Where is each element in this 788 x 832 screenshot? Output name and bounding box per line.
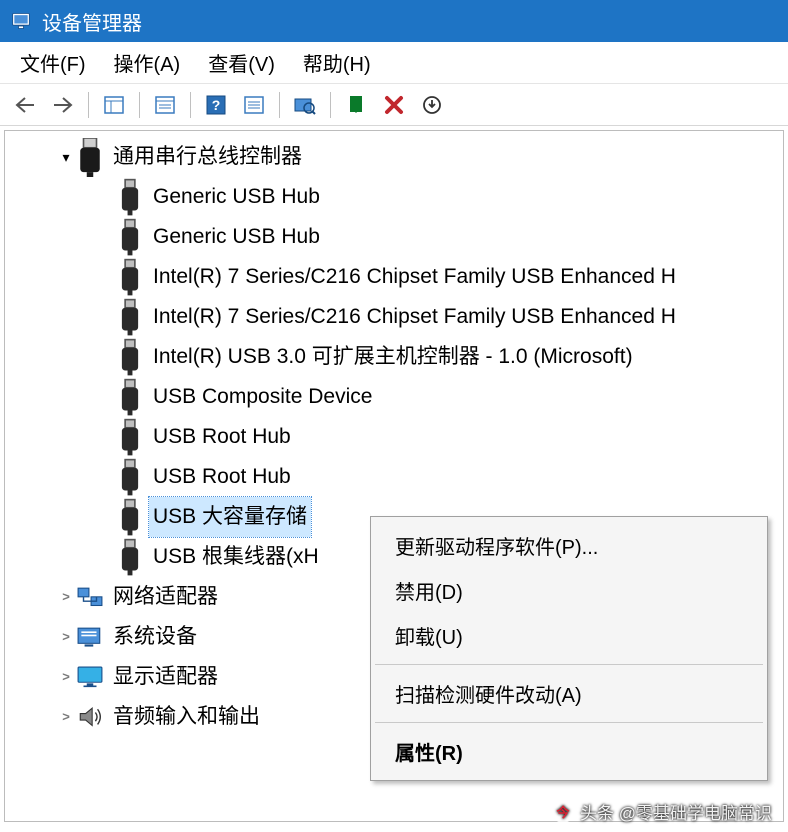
show-hide-tree-button[interactable] — [97, 89, 131, 121]
watermark-text: 头条 @零基础学电脑常识 — [580, 799, 772, 824]
properties-button[interactable] — [148, 89, 182, 121]
tree-item-usb-4[interactable]: Intel(R) USB 3.0 可扩展主机控制器 - 1.0 (Microso… — [5, 337, 783, 377]
menu-action[interactable]: 操作(A) — [100, 42, 195, 83]
update-driver-button[interactable] — [415, 89, 449, 121]
node-label: Intel(R) 7 Series/C216 Chipset Family US… — [149, 257, 680, 297]
node-label: USB Root Hub — [149, 457, 295, 497]
node-label: 网络适配器 — [109, 577, 222, 617]
node-icon — [117, 344, 143, 370]
node-label: 显示适配器 — [109, 657, 222, 697]
titlebar: 设备管理器 — [0, 0, 788, 42]
watermark: 今 头条 @零基础学电脑常识 — [552, 799, 772, 824]
chevron-collapsed-icon[interactable] — [55, 586, 77, 608]
node-label: 音频输入和输出 — [109, 697, 264, 737]
node-label: Intel(R) 7 Series/C216 Chipset Family US… — [149, 297, 680, 337]
menu-file[interactable]: 文件(F) — [6, 42, 100, 83]
node-label: Intel(R) USB 3.0 可扩展主机控制器 - 1.0 (Microso… — [149, 337, 637, 377]
node-icon — [77, 584, 103, 610]
chevron-collapsed-icon[interactable] — [55, 666, 77, 688]
node-label: USB 大容量存储 — [149, 497, 311, 537]
tree-item-usb-1[interactable]: Generic USB Hub — [5, 217, 783, 257]
uninstall-button[interactable] — [377, 89, 411, 121]
node-icon — [117, 384, 143, 410]
node-label: Generic USB Hub — [149, 217, 324, 257]
ctx-separator — [375, 722, 763, 723]
node-label: USB 根集线器(xH — [149, 537, 323, 577]
list-button[interactable] — [237, 89, 271, 121]
chevron-collapsed-icon[interactable] — [55, 706, 77, 728]
node-icon — [117, 264, 143, 290]
toolbar-separator — [190, 92, 191, 118]
scan-hardware-button[interactable] — [288, 89, 322, 121]
help-button[interactable]: ? — [199, 89, 233, 121]
device-manager-icon — [10, 10, 32, 32]
tree-item-usb-6[interactable]: USB Root Hub — [5, 417, 783, 457]
ctx-separator — [375, 664, 763, 665]
window-title: 设备管理器 — [42, 7, 142, 36]
tree-cat-usb[interactable]: 通用串行总线控制器 — [5, 137, 783, 177]
chevron-expanded-icon[interactable] — [55, 146, 77, 168]
ctx-properties[interactable]: 属性(R) — [373, 729, 765, 774]
node-icon — [117, 504, 143, 530]
menubar: 文件(F) 操作(A) 查看(V) 帮助(H) — [0, 42, 788, 84]
toolbar-separator — [279, 92, 280, 118]
enable-button[interactable] — [339, 89, 373, 121]
svg-text:?: ? — [212, 97, 221, 113]
tree-item-usb-7[interactable]: USB Root Hub — [5, 457, 783, 497]
menu-help[interactable]: 帮助(H) — [289, 42, 385, 83]
context-menu: 更新驱动程序软件(P)... 禁用(D) 卸载(U) 扫描检测硬件改动(A) 属… — [370, 516, 768, 781]
node-label: 系统设备 — [109, 617, 201, 657]
tree-item-usb-0[interactable]: Generic USB Hub — [5, 177, 783, 217]
toolbar-separator — [88, 92, 89, 118]
node-label: 通用串行总线控制器 — [109, 137, 306, 177]
node-icon — [77, 144, 103, 170]
node-icon — [77, 624, 103, 650]
chevron-collapsed-icon[interactable] — [55, 626, 77, 648]
tree-item-usb-3[interactable]: Intel(R) 7 Series/C216 Chipset Family US… — [5, 297, 783, 337]
ctx-update-driver[interactable]: 更新驱动程序软件(P)... — [373, 523, 765, 568]
ctx-scan-hardware[interactable]: 扫描检测硬件改动(A) — [373, 671, 765, 716]
back-button[interactable] — [8, 89, 42, 121]
menu-view[interactable]: 查看(V) — [194, 42, 289, 83]
node-icon — [117, 184, 143, 210]
node-icon — [117, 544, 143, 570]
tree-item-usb-5[interactable]: USB Composite Device — [5, 377, 783, 417]
node-label: Generic USB Hub — [149, 177, 324, 217]
node-icon — [77, 704, 103, 730]
toolbar-separator — [330, 92, 331, 118]
toolbar: ? — [0, 84, 788, 126]
node-icon — [117, 224, 143, 250]
tree-item-usb-2[interactable]: Intel(R) 7 Series/C216 Chipset Family US… — [5, 257, 783, 297]
toolbar-separator — [139, 92, 140, 118]
forward-button[interactable] — [46, 89, 80, 121]
ctx-uninstall[interactable]: 卸载(U) — [373, 613, 765, 658]
node-label: USB Composite Device — [149, 377, 376, 417]
node-icon — [117, 304, 143, 330]
watermark-icon: 今 — [552, 801, 574, 823]
node-icon — [77, 664, 103, 690]
ctx-disable[interactable]: 禁用(D) — [373, 568, 765, 613]
node-icon — [117, 464, 143, 490]
node-icon — [117, 424, 143, 450]
node-label: USB Root Hub — [149, 417, 295, 457]
